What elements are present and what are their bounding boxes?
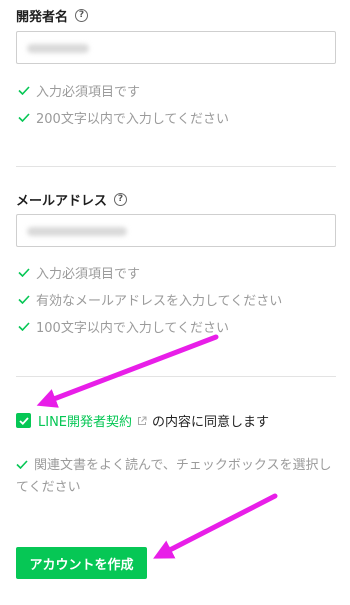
help-icon[interactable]: ? (75, 9, 89, 22)
redacted-value (27, 227, 127, 236)
divider (16, 166, 336, 167)
developer-name-input[interactable] (16, 31, 336, 64)
divider (16, 376, 336, 377)
check-icon (18, 295, 30, 304)
annotation-arrow-checkbox (36, 334, 219, 408)
agreement-checkbox[interactable] (16, 413, 31, 428)
annotation-arrow-button (153, 493, 278, 559)
developer-name-label-row: 開発者名 ? (16, 6, 89, 25)
help-icon[interactable]: ? (114, 193, 128, 206)
email-rule-required: 入力必須項目です (18, 263, 140, 282)
developer-rule-required: 入力必須項目です (18, 81, 140, 100)
agreement-note: 関連文書をよく読んで、チェックボックスを選択してください (16, 455, 336, 499)
email-rule-valid: 有効なメールアドレスを入力してください (18, 290, 282, 309)
rule-text: 200文字以内で入力してください (36, 112, 230, 127)
email-label: メールアドレス (16, 194, 108, 209)
email-rule-length: 100文字以内で入力してください (18, 317, 229, 336)
rule-text: 有効なメールアドレスを入力してください (36, 294, 283, 309)
check-icon (18, 113, 30, 122)
agreement-text: の内容に同意します (152, 415, 270, 430)
external-link-icon (138, 416, 147, 425)
rule-text: 100文字以内で入力してください (36, 321, 230, 336)
agreement-row: LINE開発者契約 の内容に同意します (16, 411, 269, 430)
note-text: 関連文書をよく読んで、チェックボックスを選択してください (16, 458, 332, 495)
check-icon (16, 460, 28, 469)
check-icon (18, 86, 30, 95)
redacted-value (27, 44, 89, 53)
check-icon (18, 268, 30, 277)
rule-text: 入力必須項目です (36, 85, 141, 100)
create-account-button[interactable]: アカウントを作成 (16, 547, 147, 579)
developer-rule-length: 200文字以内で入力してください (18, 108, 229, 127)
developer-name-label: 開発者名 (16, 10, 69, 25)
checkmark-icon (18, 416, 29, 425)
email-input[interactable] (16, 214, 336, 247)
rule-text: 入力必須項目です (36, 267, 141, 282)
email-label-row: メールアドレス ? (16, 190, 128, 209)
check-icon (18, 322, 30, 331)
agreement-link[interactable]: LINE開発者契約 (38, 411, 132, 430)
